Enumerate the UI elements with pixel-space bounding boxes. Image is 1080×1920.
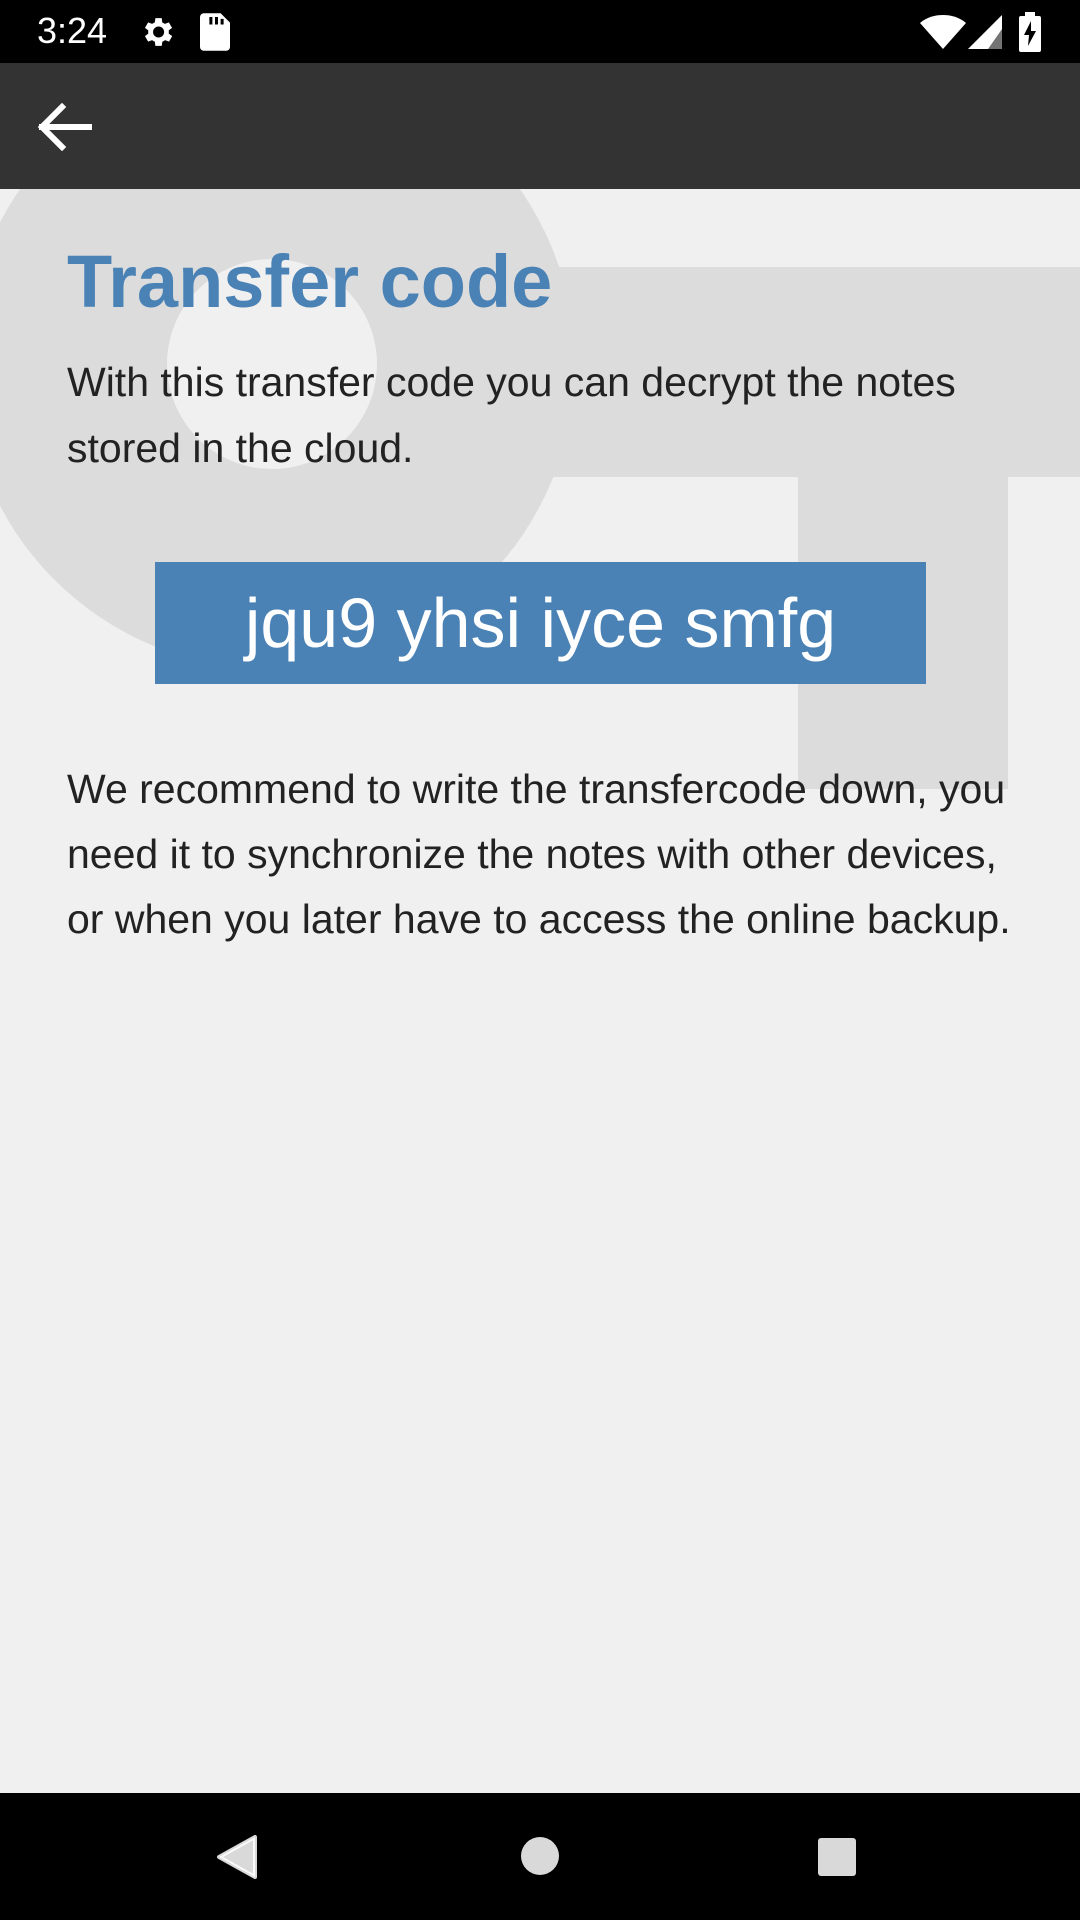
page-title: Transfer code [67, 240, 553, 323]
intro-text: With this transfer code you can decrypt … [67, 359, 956, 471]
transfer-code-screen: Transfer code With this transfer code yo… [0, 189, 1080, 1793]
signal-icon [968, 15, 1002, 49]
battery-charging-icon [1019, 12, 1041, 52]
arrow-back-icon[interactable] [36, 103, 92, 151]
status-bar: 3:24 [0, 0, 1080, 63]
app-bar [0, 63, 1080, 189]
nav-back-icon[interactable] [215, 1833, 259, 1881]
nav-recents-icon[interactable] [817, 1837, 857, 1877]
recommendation-text: We recommend to write the transfercode d… [67, 766, 1011, 942]
gear-icon [144, 18, 173, 46]
transfer-code-display: jqu9 yhsi iyce smfg [155, 562, 926, 684]
sd-card-icon [200, 13, 230, 51]
wifi-icon [920, 15, 966, 49]
nav-home-icon[interactable] [519, 1835, 561, 1877]
status-time: 3:24 [37, 10, 108, 51]
navigation-bar [0, 1793, 1080, 1920]
